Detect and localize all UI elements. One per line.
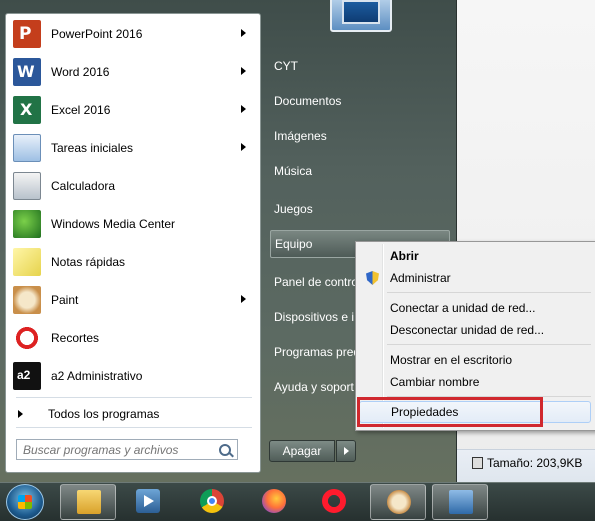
user-picture-icon[interactable] bbox=[330, 0, 392, 32]
taskbar-network-button[interactable] bbox=[432, 484, 488, 520]
program-label: Tareas iniciales bbox=[51, 141, 134, 155]
program-label: Excel 2016 bbox=[51, 103, 111, 117]
all-programs-label: Todos los programas bbox=[48, 407, 160, 421]
context-divider bbox=[387, 344, 591, 345]
context-item-label: Desconectar unidad de red... bbox=[390, 323, 545, 337]
program-label: Paint bbox=[51, 293, 79, 307]
submenu-arrow-icon[interactable] bbox=[241, 105, 246, 113]
status-size-text: Tamaño: 203,9KB bbox=[487, 456, 583, 470]
right-item-label: Equipo bbox=[275, 237, 313, 251]
all-programs-button[interactable]: Todos los programas bbox=[18, 407, 159, 421]
right-item-documentos[interactable]: Documentos bbox=[270, 87, 450, 115]
explorer-icon bbox=[77, 490, 101, 514]
disk-icon bbox=[472, 457, 483, 469]
context-item-administrar[interactable]: Administrar bbox=[359, 267, 591, 289]
search-input[interactable] bbox=[17, 440, 213, 459]
chrome-icon bbox=[200, 489, 224, 513]
highlight-box bbox=[357, 397, 543, 427]
right-item-label: Panel de contro bbox=[274, 275, 359, 289]
divider bbox=[16, 397, 252, 398]
right-item-label: Juegos bbox=[274, 202, 313, 216]
taskbar-chrome-button[interactable] bbox=[184, 484, 240, 520]
taskbar-opera-button[interactable] bbox=[306, 484, 362, 520]
right-item-label: Imágenes bbox=[274, 129, 327, 143]
paint-icon bbox=[387, 490, 411, 514]
program-label: Notas rápidas bbox=[51, 255, 126, 269]
program-item-powerpoint[interactable]: PowerPoint 2016 bbox=[10, 17, 256, 51]
right-item-musica[interactable]: Música bbox=[270, 157, 450, 185]
taskbar-paint-button[interactable] bbox=[370, 484, 426, 520]
shutdown-label: Apagar bbox=[282, 444, 322, 458]
program-label: Word 2016 bbox=[51, 65, 110, 79]
shutdown-button[interactable]: Apagar bbox=[269, 440, 335, 462]
program-item-excel[interactable]: Excel 2016 bbox=[10, 93, 256, 127]
context-item-mostrar-escritorio[interactable]: Mostrar en el escritorio bbox=[359, 349, 591, 371]
search-box bbox=[16, 439, 238, 460]
context-item-label: Mostrar en el escritorio bbox=[390, 353, 513, 367]
program-label: PowerPoint 2016 bbox=[51, 27, 143, 41]
program-item-a2-administrativo[interactable]: a2 Administrativo bbox=[10, 359, 256, 393]
calculator-icon bbox=[13, 172, 41, 200]
right-item-label: Ayuda y soport bbox=[274, 380, 354, 394]
start-menu-programs-panel: PowerPoint 2016 Word 2016 Excel 2016 Tar… bbox=[5, 13, 261, 473]
context-item-desconectar-unidad[interactable]: Desconectar unidad de red... bbox=[359, 319, 591, 341]
submenu-arrow-icon[interactable] bbox=[241, 67, 246, 75]
paint-icon bbox=[13, 286, 41, 314]
firefox-icon bbox=[262, 489, 286, 513]
right-item-label: Música bbox=[274, 164, 313, 178]
submenu-arrow-icon[interactable] bbox=[241, 29, 246, 37]
program-item-paint[interactable]: Paint bbox=[10, 283, 256, 317]
context-item-label: Conectar a unidad de red... bbox=[390, 301, 536, 315]
context-item-cambiar-nombre[interactable]: Cambiar nombre bbox=[359, 371, 591, 393]
right-item-label: Programas pred bbox=[274, 345, 361, 359]
opera-icon bbox=[322, 489, 346, 513]
program-item-calculadora[interactable]: Calculadora bbox=[10, 169, 256, 203]
sticky-notes-icon bbox=[13, 248, 41, 276]
start-orb-icon[interactable] bbox=[6, 484, 44, 520]
program-label: Recortes bbox=[51, 331, 100, 345]
media-center-icon bbox=[13, 210, 41, 238]
excel-icon bbox=[13, 96, 41, 124]
context-item-label: Abrir bbox=[390, 249, 419, 263]
right-item-label: CYT bbox=[274, 59, 298, 73]
a2-icon bbox=[13, 362, 41, 390]
right-item-imagenes[interactable]: Imágenes bbox=[270, 122, 450, 150]
context-item-label: Administrar bbox=[390, 271, 451, 285]
program-item-word[interactable]: Word 2016 bbox=[10, 55, 256, 89]
context-item-label: Cambiar nombre bbox=[390, 375, 480, 389]
shield-icon bbox=[366, 271, 379, 285]
getting-started-icon bbox=[13, 134, 41, 162]
submenu-arrow-icon[interactable] bbox=[241, 143, 246, 151]
status-size: Tamaño: 203,9KB bbox=[472, 456, 582, 470]
right-item-juegos[interactable]: Juegos bbox=[270, 195, 450, 223]
context-item-conectar-unidad[interactable]: Conectar a unidad de red... bbox=[359, 297, 591, 319]
program-label: a2 Administrativo bbox=[51, 369, 143, 383]
right-item-label: Dispositivos e i bbox=[274, 310, 355, 324]
taskbar-firefox-button[interactable] bbox=[246, 484, 302, 520]
right-item-cyt[interactable]: CYT bbox=[270, 52, 450, 80]
powerpoint-icon bbox=[13, 20, 41, 48]
word-icon bbox=[13, 58, 41, 86]
program-label: Windows Media Center bbox=[51, 217, 176, 231]
submenu-arrow-icon[interactable] bbox=[241, 295, 246, 303]
right-item-label: Documentos bbox=[274, 94, 342, 108]
program-item-tareas-iniciales[interactable]: Tareas iniciales bbox=[10, 131, 256, 165]
search-icon[interactable] bbox=[219, 444, 231, 456]
program-item-recortes[interactable]: Recortes bbox=[10, 321, 256, 355]
snipping-tool-icon bbox=[13, 324, 41, 352]
program-item-media-center[interactable]: Windows Media Center bbox=[10, 207, 256, 241]
context-divider bbox=[387, 292, 591, 293]
taskbar-media-player-button[interactable] bbox=[120, 484, 176, 520]
context-item-abrir[interactable]: Abrir bbox=[359, 245, 591, 267]
taskbar-explorer-button[interactable] bbox=[60, 484, 116, 520]
media-player-icon bbox=[136, 489, 160, 513]
program-label: Calculadora bbox=[51, 179, 116, 193]
network-icon bbox=[449, 490, 473, 514]
program-item-notas-rapidas[interactable]: Notas rápidas bbox=[10, 245, 256, 279]
arrow-right-icon bbox=[18, 410, 23, 418]
divider bbox=[16, 427, 252, 428]
shutdown-options-button[interactable] bbox=[336, 440, 356, 462]
